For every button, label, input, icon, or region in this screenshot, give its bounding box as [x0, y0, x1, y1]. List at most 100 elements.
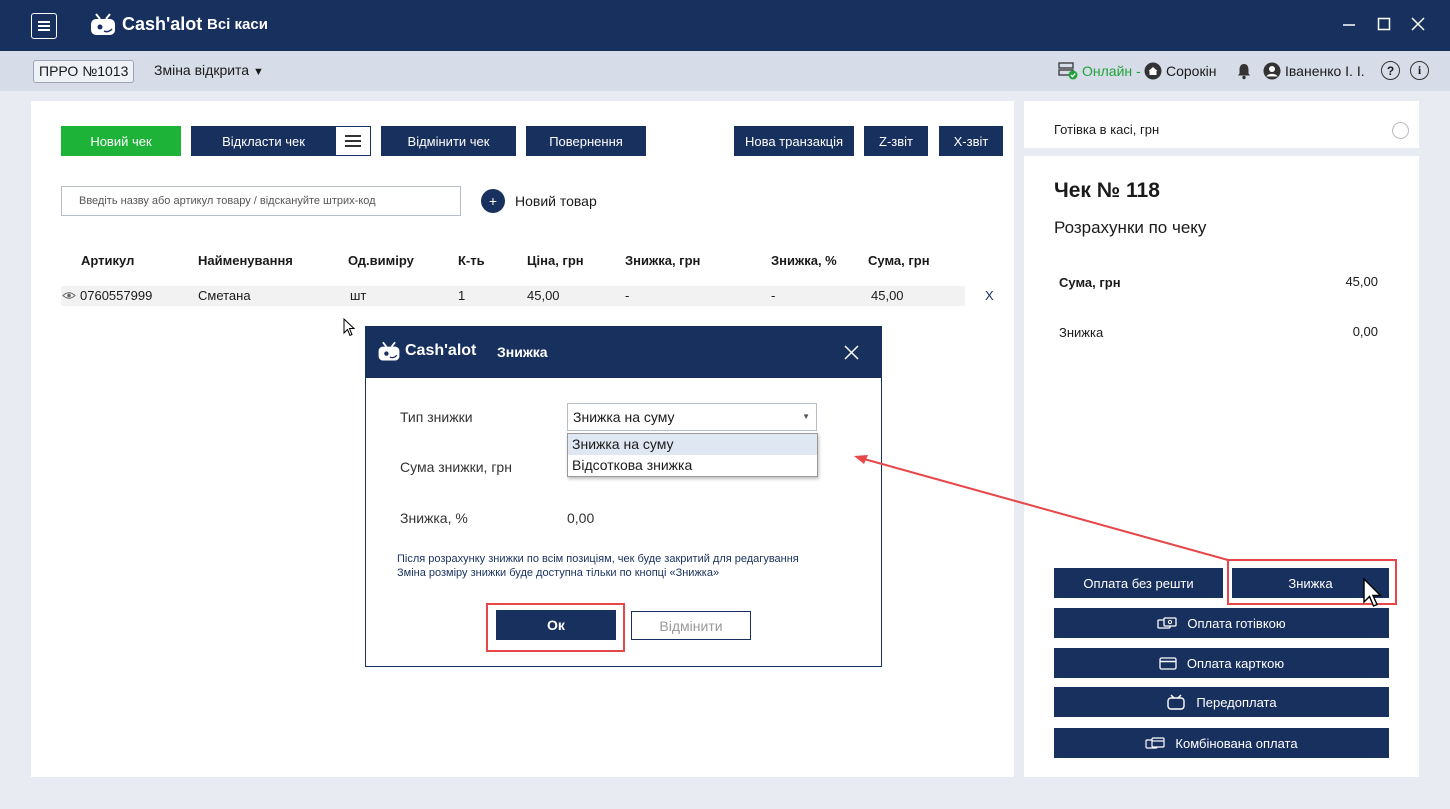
user-name: Іваненко І. І. — [1285, 63, 1365, 79]
close-icon — [1411, 17, 1425, 31]
dialog-note-line-2: Зміна розміру знижки буде доступна тільк… — [397, 567, 720, 579]
receipt-sum-value: 45,00 — [1345, 274, 1378, 289]
shift-status-dropdown[interactable]: Зміна відкрита ▼ — [154, 62, 264, 78]
cash-panel: Готівка в касі, грн — [1024, 101, 1419, 148]
receipt-sum-label: Сума, грн — [1059, 275, 1121, 290]
col-header-discount-pct: Знижка, % — [771, 253, 837, 268]
user-menu[interactable]: Іваненко І. І. — [1263, 62, 1365, 80]
close-window-button[interactable] — [1406, 12, 1430, 36]
cell-sum: 45,00 — [871, 288, 904, 303]
option-percent-discount[interactable]: Відсоткова знижка — [568, 455, 817, 476]
location-indicator[interactable]: Сорокін — [1144, 62, 1216, 80]
product-search-input[interactable]: Введіть назву або артикул товару / відск… — [61, 186, 461, 216]
pay-card-button[interactable]: Оплата карткою — [1054, 648, 1389, 678]
user-avatar-icon — [1263, 62, 1281, 80]
pay-no-change-button[interactable]: Оплата без решти — [1054, 568, 1223, 598]
home-icon — [1144, 62, 1162, 80]
new-transaction-button[interactable]: Нова транзакція — [734, 126, 854, 156]
col-header-article: Артикул — [81, 253, 135, 268]
help-icon: ? — [1381, 61, 1400, 80]
prepay-button[interactable]: Передоплата — [1054, 687, 1389, 717]
online-status: Онлайн - — [1058, 62, 1141, 80]
col-header-price: Ціна, грн — [527, 253, 584, 268]
col-header-discount-uah: Знижка, грн — [625, 253, 701, 268]
minimize-button[interactable] — [1337, 12, 1361, 36]
maximize-button[interactable] — [1372, 12, 1396, 36]
postpone-check-button[interactable]: Відкласти чек — [191, 126, 336, 156]
receipt-discount-label: Знижка — [1059, 325, 1104, 340]
return-button[interactable]: Повернення — [526, 126, 646, 156]
cash-icon — [1157, 617, 1177, 629]
shift-status-label: Зміна відкрита — [154, 62, 250, 78]
notifications-button[interactable] — [1235, 62, 1253, 80]
maximize-icon — [1377, 17, 1391, 31]
dialog-header: Cash'alot Знижка — [366, 327, 881, 378]
list-icon — [345, 135, 361, 147]
dialog-title: Знижка — [497, 344, 548, 360]
table-row[interactable] — [61, 286, 965, 306]
caret-down-icon: ▼ — [252, 66, 264, 78]
sub-header: ПРРО №1013 Зміна відкрита ▼ Онлайн - Сор… — [0, 51, 1450, 91]
cell-qty[interactable]: 1 — [458, 288, 465, 303]
receipt-subtitle: Розрахунки по чеку — [1054, 218, 1207, 237]
cashalot-logo-icon — [91, 13, 115, 35]
minimize-icon — [1343, 24, 1355, 26]
dialog-note-line-1: Після розрахунку знижки по всім позиціям… — [397, 553, 799, 565]
title-bar: Cash'alot Всі каси — [0, 0, 1450, 51]
new-product-link[interactable]: Новий товар — [515, 193, 597, 209]
cash-label: Готівка в касі, грн — [1054, 122, 1160, 137]
info-button[interactable]: i — [1410, 61, 1429, 80]
dialog-logo-text: Cash'alot — [405, 342, 477, 359]
discount-type-options: Знижка на суму Відсоткова знижка — [567, 433, 818, 477]
discount-sum-label: Сума знижки, грн — [400, 459, 512, 475]
cancel-check-button[interactable]: Відмінити чек — [381, 126, 516, 156]
card-icon — [1159, 656, 1177, 670]
location-label: Сорокін — [1166, 63, 1217, 79]
dialog-cancel-button[interactable]: Відмінити — [631, 611, 751, 640]
remove-row-button[interactable]: X — [985, 288, 994, 303]
dialog-logo: Cash'alot — [376, 338, 476, 364]
help-button[interactable]: ? — [1381, 61, 1400, 80]
cash-refresh-toggle[interactable] — [1392, 122, 1409, 139]
cell-article: 0760557999 — [80, 288, 153, 303]
combined-payment-button[interactable]: Комбінована оплата — [1054, 728, 1389, 758]
pay-cash-label: Оплата готівкою — [1187, 615, 1286, 631]
logo-text: Cash'alot — [122, 13, 203, 34]
combined-payment-label: Комбінована оплата — [1175, 735, 1298, 751]
bell-icon — [1238, 64, 1250, 80]
prro-selector[interactable]: ПРРО №1013 — [33, 60, 135, 83]
hand-pointer-icon — [1363, 578, 1383, 607]
eye-icon[interactable] — [62, 291, 76, 300]
new-check-button[interactable]: Новий чек — [61, 126, 181, 156]
postponed-list-button[interactable] — [335, 126, 371, 156]
x-report-button[interactable]: X-звіт — [939, 126, 1003, 156]
discount-pct-value[interactable]: 0,00 — [567, 510, 594, 526]
app-title[interactable]: Всі каси — [207, 16, 268, 33]
col-header-name: Найменування — [198, 253, 293, 268]
discount-type-label: Тип знижки — [400, 409, 473, 425]
col-header-unit: Од.виміру — [348, 253, 414, 268]
chevron-down-icon: ▼ — [802, 412, 810, 421]
add-product-icon[interactable]: + — [481, 189, 505, 213]
hamburger-menu-button[interactable] — [31, 13, 57, 39]
wallet-icon — [1167, 694, 1186, 710]
app-logo: Cash'alot — [88, 10, 202, 38]
prepay-label: Передоплата — [1196, 694, 1277, 710]
z-report-button[interactable]: Z-звіт — [864, 126, 928, 156]
discount-type-select[interactable]: Знижка на суму ▼ — [567, 403, 817, 431]
combined-payment-icon — [1145, 736, 1166, 749]
cashalot-logo-icon — [378, 341, 400, 361]
receipt-title: Чек № 118 — [1054, 179, 1160, 202]
dialog-close-icon[interactable] — [844, 345, 859, 360]
cell-unit: шт — [350, 288, 367, 303]
cell-price: 45,00 — [527, 288, 560, 303]
discount-type-value: Знижка на суму — [573, 409, 675, 425]
online-label: Онлайн - — [1082, 63, 1141, 79]
receipt-discount-value: 0,00 — [1352, 324, 1378, 339]
option-sum-discount[interactable]: Знижка на суму — [568, 434, 817, 455]
info-icon: i — [1410, 61, 1429, 80]
pay-cash-button[interactable]: Оплата готівкою — [1054, 608, 1389, 638]
pay-card-label: Оплата карткою — [1186, 655, 1285, 671]
col-header-qty: К-ть — [458, 253, 485, 268]
col-header-sum: Сума, грн — [868, 253, 930, 268]
